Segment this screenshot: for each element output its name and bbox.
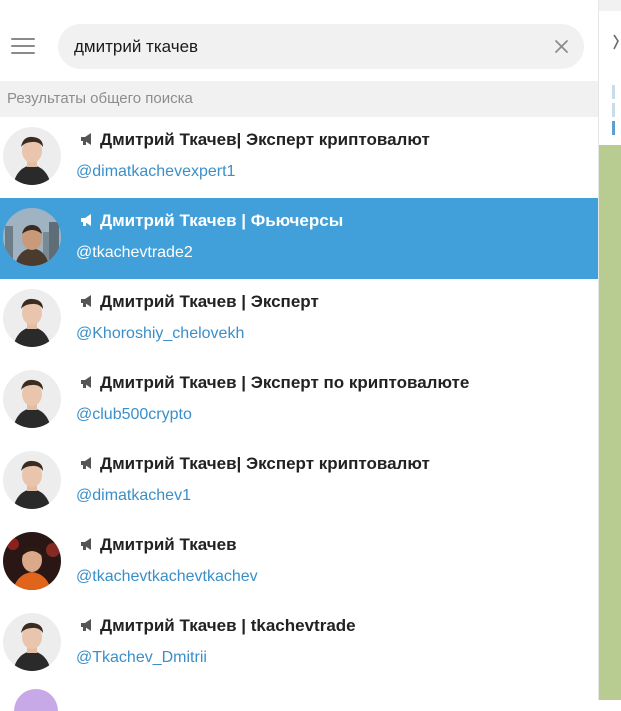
sidebar: Результаты общего поиска Дмитрий Ткачев|… xyxy=(0,0,598,711)
result-row[interactable]: Дмитрий Ткачев| Эксперт криптовалют @dim… xyxy=(0,117,598,198)
chat-header xyxy=(599,11,621,145)
search-box xyxy=(58,24,584,69)
avatar xyxy=(3,127,61,185)
megaphone-icon xyxy=(81,214,91,226)
menu-button[interactable] xyxy=(11,37,35,55)
result-name: Дмитрий Ткачев| Эксперт криптовалют xyxy=(80,454,430,474)
result-username: @Tkachev_Dmitrii xyxy=(76,649,207,666)
avatar[interactable] xyxy=(14,689,58,711)
avatar xyxy=(3,532,61,590)
result-name: Дмитрий Ткачев | Эксперт xyxy=(80,292,319,312)
result-username: @dimatkachevexpert1 xyxy=(76,163,236,180)
result-name: Дмитрий Ткачев | Фьючерсы xyxy=(80,211,343,231)
result-row[interactable]: Дмитрий Ткачев | Эксперт по криптовалюте… xyxy=(0,360,598,441)
megaphone-icon xyxy=(81,538,91,550)
result-name: Дмитрий Ткачев| Эксперт криптовалют xyxy=(80,130,430,150)
avatar xyxy=(3,451,61,509)
scroll-indicator[interactable] xyxy=(612,85,615,135)
megaphone-icon xyxy=(81,619,91,631)
result-name: Дмитрий Ткачев | Эксперт по криптовалюте xyxy=(80,373,469,393)
megaphone-icon xyxy=(81,133,91,145)
result-name: Дмитрий Ткачев | tkachevtrade xyxy=(80,616,356,636)
avatar xyxy=(3,208,61,266)
close-icon[interactable] xyxy=(553,38,570,55)
search-header xyxy=(0,11,598,81)
result-username: @Khoroshiy_chelovekh xyxy=(76,325,245,342)
avatar xyxy=(3,370,61,428)
result-username: @tkachevtrade2 xyxy=(76,244,193,261)
global-search-section-header: Результаты общего поиска xyxy=(0,81,598,117)
results-list: Дмитрий Ткачев| Эксперт криптовалют @dim… xyxy=(0,117,598,684)
avatar xyxy=(3,613,61,671)
section-title: Результаты общего поиска xyxy=(7,90,193,107)
result-username: @club500crypto xyxy=(76,406,192,423)
megaphone-icon xyxy=(81,457,91,469)
avatar xyxy=(3,289,61,347)
result-row[interactable]: Дмитрий Ткачев @tkachevtkachevtkachev xyxy=(0,522,598,603)
result-row[interactable]: Дмитрий Ткачев| Эксперт криптовалют @dim… xyxy=(0,441,598,522)
result-username: @tkachevtkachevtkachev xyxy=(76,568,258,585)
chat-background xyxy=(599,145,621,700)
megaphone-icon xyxy=(81,376,91,388)
search-input[interactable] xyxy=(74,24,544,69)
result-row[interactable]: Дмитрий Ткачев | Эксперт @Khoroshiy_chel… xyxy=(0,279,598,360)
megaphone-icon xyxy=(81,295,91,307)
chat-header-icon xyxy=(613,34,619,50)
result-row-selected[interactable]: Дмитрий Ткачев | Фьючерсы @tkachevtrade2 xyxy=(0,198,598,279)
result-name: Дмитрий Ткачев xyxy=(80,535,237,555)
result-username: @dimatkachev1 xyxy=(76,487,191,504)
result-row[interactable]: Дмитрий Ткачев | tkachevtrade @Tkachev_D… xyxy=(0,603,598,684)
